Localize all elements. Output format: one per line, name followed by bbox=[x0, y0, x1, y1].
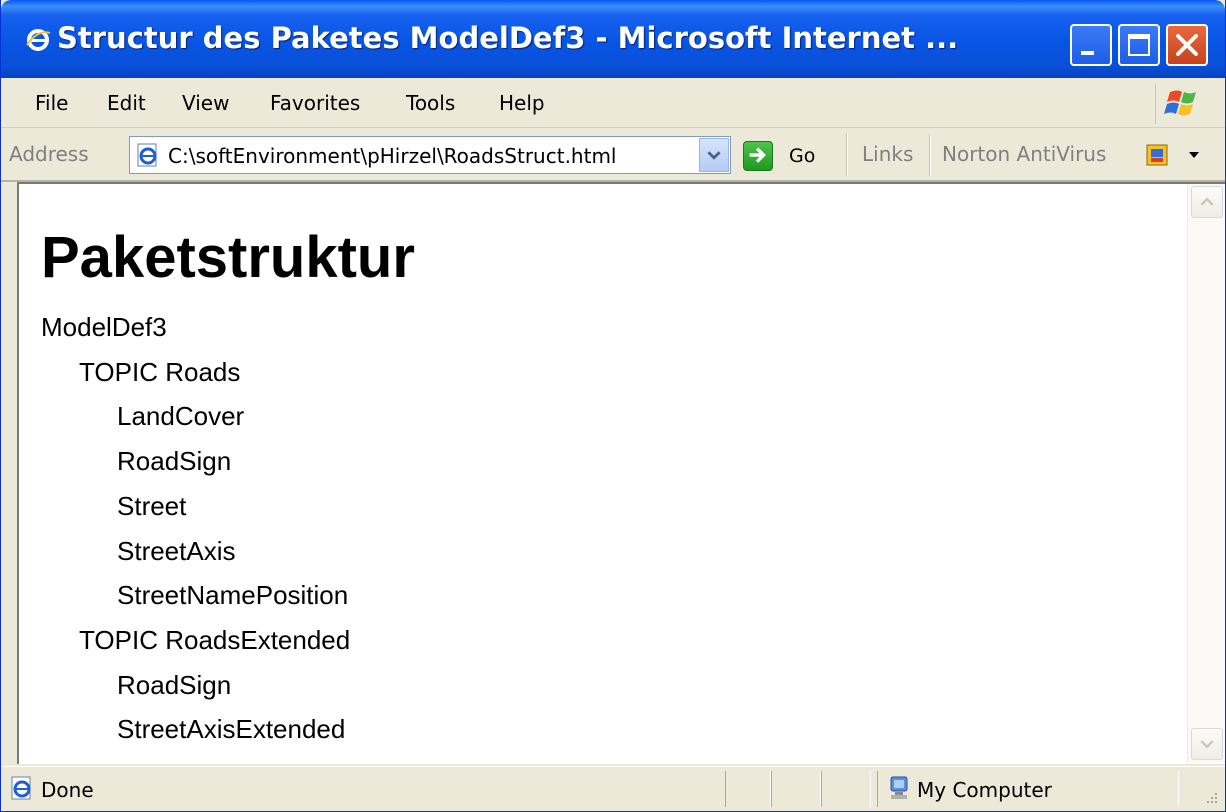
tree-topic-item: TOPIC Roads bbox=[79, 357, 241, 387]
close-button[interactable] bbox=[1166, 24, 1208, 66]
page-icon bbox=[137, 143, 157, 167]
status-panel bbox=[725, 771, 771, 807]
menu-view[interactable]: View bbox=[182, 91, 229, 115]
close-icon bbox=[1176, 34, 1198, 56]
tree-class-item: StreetAxis bbox=[117, 536, 236, 566]
status-panel bbox=[821, 771, 871, 807]
go-arrow-icon bbox=[743, 141, 773, 171]
menu-favorites[interactable]: Favorites bbox=[270, 91, 360, 115]
tree-class-item: LandCover bbox=[117, 401, 245, 431]
menu-tools[interactable]: Tools bbox=[406, 91, 455, 115]
minimize-button[interactable] bbox=[1070, 24, 1112, 66]
toolbar-separator bbox=[846, 134, 848, 176]
toolbar-separator bbox=[929, 134, 931, 176]
maximize-button[interactable] bbox=[1118, 24, 1160, 66]
page-heading: Paketstruktur bbox=[41, 225, 415, 290]
address-value: C:\softEnvironment\pHirzel\RoadsStruct.h… bbox=[168, 144, 617, 168]
window-title: Structur des Paketes ModelDef3 - Microso… bbox=[57, 21, 959, 55]
address-input[interactable]: C:\softEnvironment\pHirzel\RoadsStruct.h… bbox=[129, 136, 731, 174]
tree-class-item: Street bbox=[117, 491, 187, 521]
zone-text: My Computer bbox=[917, 778, 1052, 802]
tree-class-item: RoadSign bbox=[117, 446, 232, 476]
status-panel bbox=[771, 771, 821, 807]
computer-icon bbox=[890, 776, 908, 799]
menu-edit[interactable]: Edit bbox=[107, 91, 146, 115]
resize-grip-icon[interactable] bbox=[1203, 789, 1219, 805]
address-label: Address bbox=[9, 142, 89, 166]
windows-logo-icon bbox=[1155, 84, 1207, 124]
chevron-up-icon bbox=[1200, 197, 1214, 206]
internet-explorer-icon bbox=[26, 29, 51, 51]
menu-bar: File Edit View Favorites Tools Help bbox=[1, 78, 1225, 128]
status-bar: Done My Computer bbox=[1, 766, 1225, 811]
menu-help[interactable]: Help bbox=[499, 91, 545, 115]
vertical-scrollbar[interactable] bbox=[1187, 184, 1225, 764]
links-button[interactable]: Links bbox=[862, 142, 913, 166]
go-label: Go bbox=[789, 145, 816, 167]
tree-topic-item: TOPIC RoadsExtended bbox=[79, 625, 351, 655]
maximize-icon bbox=[1128, 34, 1150, 56]
page-done-icon bbox=[11, 776, 31, 800]
address-toolbar: Address C:\softEnvironment\pHirzel\Roads… bbox=[1, 128, 1225, 182]
scroll-down-button[interactable] bbox=[1191, 728, 1223, 760]
chevron-down-icon bbox=[1200, 740, 1214, 749]
status-text: Done bbox=[41, 778, 94, 802]
tree-class-item: RoadSign bbox=[117, 670, 232, 700]
address-dropdown-button[interactable] bbox=[699, 138, 729, 172]
menu-file[interactable]: File bbox=[35, 91, 68, 115]
tree-model-item: ModelDef3 bbox=[41, 312, 167, 342]
toolbar-chevron-icon[interactable] bbox=[1187, 148, 1201, 162]
tree-class-item: StreetAxisExtended bbox=[117, 714, 346, 744]
browser-window: Structur des Paketes ModelDef3 - Microso… bbox=[0, 0, 1226, 812]
norton-antivirus-button[interactable]: Norton AntiVirus bbox=[942, 142, 1106, 166]
scroll-up-button[interactable] bbox=[1191, 186, 1223, 218]
norton-icon[interactable] bbox=[1145, 143, 1169, 167]
page-content: Paketstruktur ModelDef3 TOPIC Roads LandCo… bbox=[17, 182, 1225, 764]
title-bar[interactable]: Structur des Paketes ModelDef3 - Microso… bbox=[1, 0, 1225, 78]
minimize-icon bbox=[1081, 51, 1094, 55]
chevron-down-icon bbox=[707, 151, 721, 160]
tree-class-item: StreetNamePosition bbox=[117, 580, 349, 610]
